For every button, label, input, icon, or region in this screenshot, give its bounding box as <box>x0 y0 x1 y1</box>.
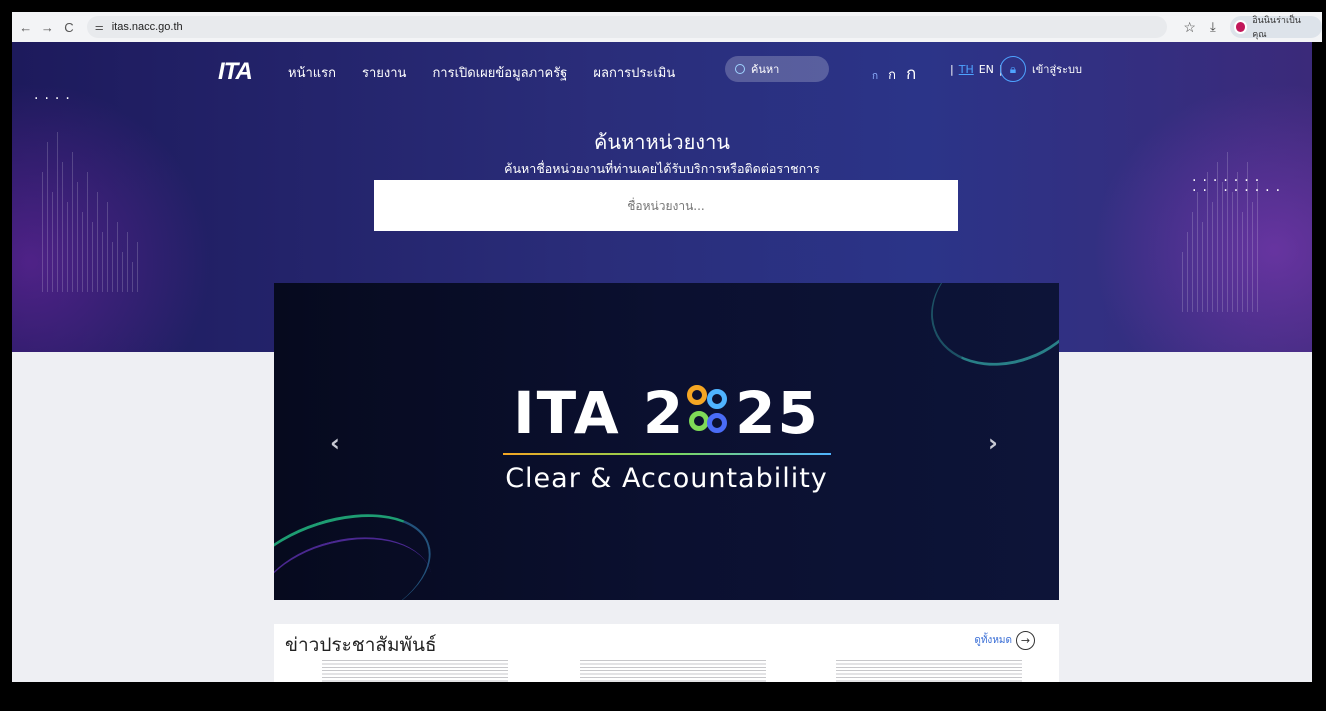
news-card-thumbnail[interactable] <box>836 660 1022 682</box>
back-button[interactable]: ← <box>18 20 34 35</box>
banner-subtitle: Clear & Accountability <box>505 463 828 494</box>
profile-button[interactable]: อินนินร่าเป็นคุณ <box>1229 15 1323 39</box>
lock-icon: 🔒︎ <box>1000 56 1026 82</box>
news-card-thumbnail[interactable] <box>580 660 766 682</box>
menu-item-public-disclosure[interactable]: การเปิดเผยข้อมูลภาครัฐ <box>432 62 567 83</box>
avatar <box>1233 20 1248 34</box>
nav-search-button[interactable]: ค้นหา <box>725 56 829 82</box>
profile-label: อินนินร่าเป็นคุณ <box>1252 15 1301 39</box>
font-size-controls: ก ก ก <box>872 60 916 87</box>
see-all-link[interactable]: ดูทั้งหมด → <box>974 631 1035 650</box>
see-all-label: ดูทั้งหมด <box>974 635 1012 646</box>
carousel-next-button[interactable]: › <box>988 429 998 457</box>
browser-toolbar: ← → C ⚌ itas.nacc.go.th ☆ ⤓ อินนินร่าเป็… <box>12 12 1323 42</box>
url-text: itas.nacc.go.th <box>111 21 183 33</box>
search-icon <box>735 64 745 74</box>
download-icon[interactable]: ⤓ <box>1210 19 1216 35</box>
hero-subtitle: ค้นหาชื่อหน่วยงานที่ท่านเคยได้รับบริการห… <box>504 161 820 176</box>
menu-item-report[interactable]: รายงาน <box>362 62 406 83</box>
ita-emblem-icon <box>687 385 733 439</box>
reload-button[interactable]: C <box>61 20 77 35</box>
bookmark-star-icon[interactable]: ☆ <box>1183 19 1196 36</box>
lang-en-button[interactable]: EN <box>979 63 994 76</box>
top-navigation: ITA หน้าแรก รายงาน การเปิดเผยข้อมูลภาครั… <box>12 42 1312 100</box>
font-size-medium-button[interactable]: ก <box>888 64 896 85</box>
decorative-wave-top-right <box>913 283 1059 387</box>
lang-separator: | <box>950 63 954 76</box>
news-card-thumbnail[interactable] <box>322 660 508 682</box>
menu-item-assessment-results[interactable]: ผลการประเมิน <box>593 62 675 83</box>
menu-item-home[interactable]: หน้าแรก <box>288 62 336 83</box>
lang-th-button[interactable]: TH <box>959 63 974 76</box>
arrow-right-icon: → <box>1016 631 1035 650</box>
address-bar[interactable]: ⚌ itas.nacc.go.th <box>86 16 1168 38</box>
site-info-icon[interactable]: ⚌ <box>95 22 104 33</box>
news-section-title: ข่าวประชาสัมพันธ์ <box>285 634 437 656</box>
news-section: ข่าวประชาสัมพันธ์ ดูทั้งหมด → <box>274 624 1059 682</box>
banner-title: ITA 2 25 <box>513 379 820 447</box>
nav-search-label: ค้นหา <box>751 63 780 76</box>
ita-banner-carousel: ITA 2 25 Clear & Accountability ‹ › <box>274 283 1059 600</box>
carousel-prev-button[interactable]: ‹ <box>330 429 340 457</box>
font-size-small-button[interactable]: ก <box>872 69 878 84</box>
login-label: เข้าสู่ระบบ <box>1032 63 1082 76</box>
font-size-large-button[interactable]: ก <box>906 60 916 87</box>
ita-logo[interactable]: ITA <box>218 58 253 86</box>
login-button[interactable]: 🔒︎ เข้าสู่ระบบ <box>1000 56 1082 82</box>
forward-button[interactable]: → <box>40 20 56 35</box>
hero-title: ค้นหาหน่วยงาน <box>594 130 730 154</box>
main-menu: หน้าแรก รายงาน การเปิดเผยข้อมูลภาครัฐ ผล… <box>288 62 675 83</box>
agency-search-input[interactable] <box>374 180 958 231</box>
language-switcher: | TH EN | <box>950 63 1003 76</box>
banner-divider <box>503 453 831 455</box>
